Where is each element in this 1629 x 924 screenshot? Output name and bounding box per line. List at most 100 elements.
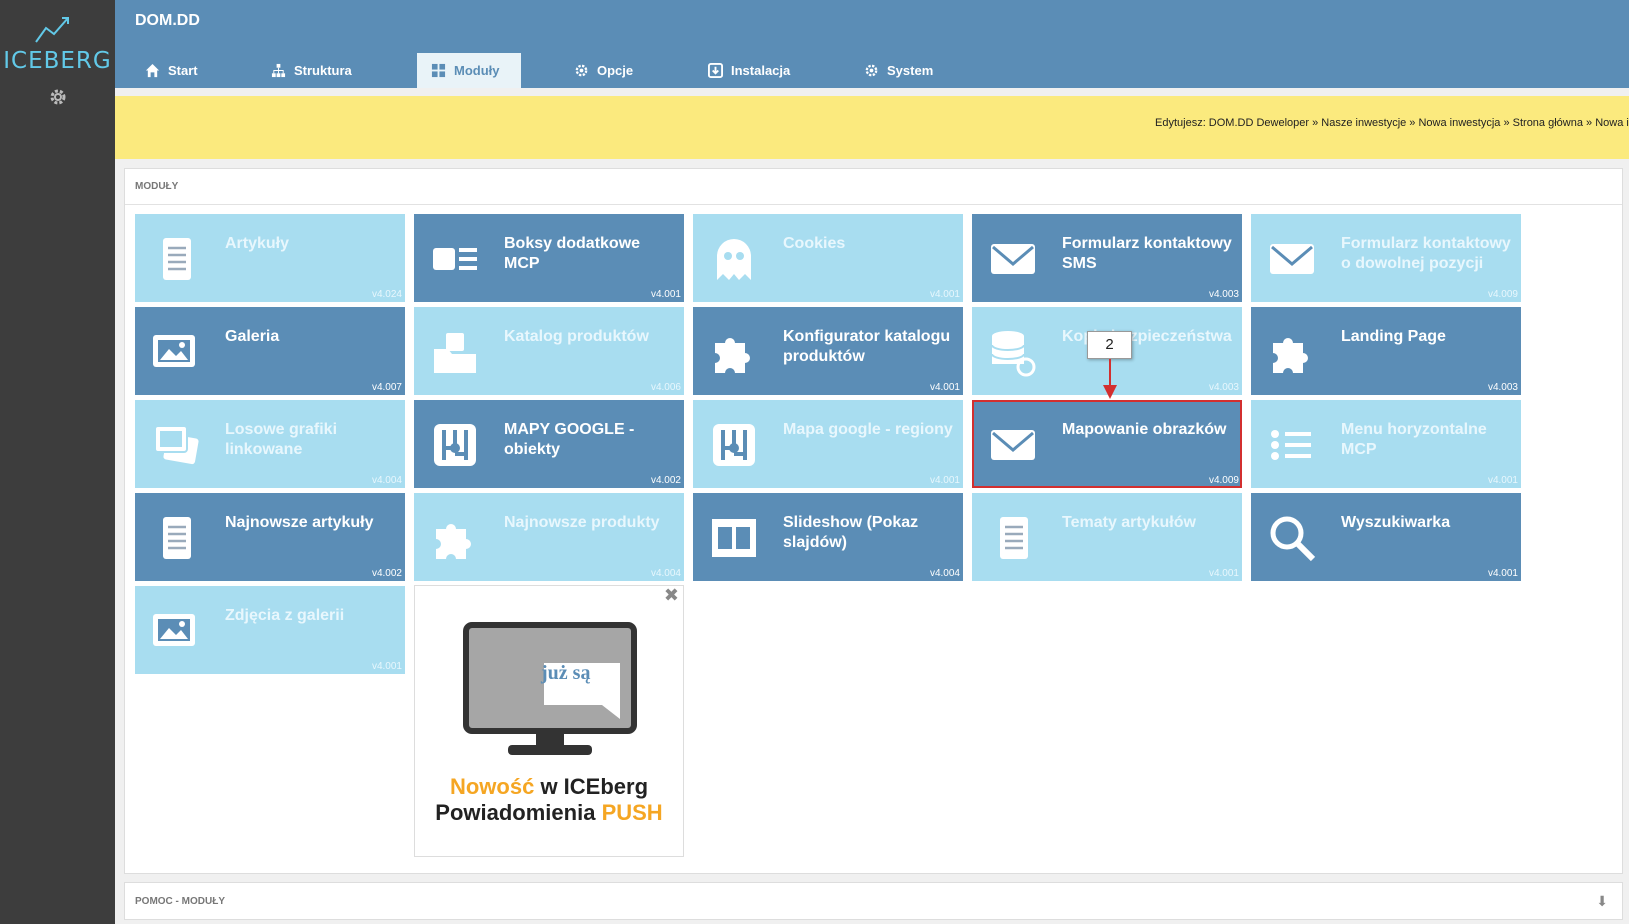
tab-start[interactable]: Start (131, 53, 226, 88)
puzzle-icon (430, 513, 480, 563)
callout-line (1109, 359, 1111, 386)
module-tile[interactable]: Formularz kontaktowy o dowolnej pozycji v… (1251, 214, 1521, 302)
module-version: v4.024 (371, 289, 402, 300)
module-version: v4.009 (1487, 289, 1518, 300)
module-version: v4.004 (929, 568, 960, 579)
envelope-icon (988, 420, 1038, 470)
module-tile[interactable]: Najnowsze produkty v4.004 (414, 493, 684, 581)
module-tile[interactable]: Losowe grafiki linkowane v4.004 (135, 400, 405, 488)
promo-notifications-text: Powiadomienia (435, 800, 602, 825)
module-tile[interactable]: Wyszukiwarka v4.001 (1251, 493, 1521, 581)
module-tile[interactable]: Artykuły v4.024 (135, 214, 405, 302)
list-icon (1267, 420, 1317, 470)
module-version: v4.002 (371, 568, 402, 579)
tab-instalacja[interactable]: Instalacja (694, 53, 809, 88)
search-icon (1267, 513, 1317, 563)
module-tile[interactable]: Tematy artykułów v4.001 (972, 493, 1242, 581)
close-icon[interactable]: ✖ (664, 585, 679, 606)
puzzle-icon (709, 327, 759, 377)
expand-arrow-icon[interactable]: ⬇ (1596, 893, 1608, 910)
module-name: Slideshow (Pokaz slajdów) (783, 514, 919, 551)
tab-label: System (887, 63, 934, 78)
app-root: ICEBERG DOM.DD Start Struktura Moduły Opcje… (0, 0, 1629, 924)
module-name: Katalog produktów (504, 328, 649, 345)
module-tile[interactable]: Boksy dodatkowe MCP v4.001 (414, 214, 684, 302)
module-tile[interactable]: Cookies v4.001 (693, 214, 963, 302)
help-panel[interactable]: POMOC - MODUŁY ⬇ (124, 882, 1623, 920)
module-version: v4.006 (650, 382, 681, 393)
settings-gear-icon[interactable] (48, 87, 68, 107)
image-icon (151, 606, 201, 656)
module-version: v4.001 (929, 289, 960, 300)
gear-icon (864, 63, 879, 78)
database-icon (988, 327, 1038, 377)
module-version: v4.001 (929, 475, 960, 486)
callout-arrow-icon (1103, 385, 1117, 399)
module-name: Wyszukiwarka (1341, 514, 1451, 531)
promo-speech-text: już są (541, 662, 591, 684)
tab-label: Struktura (294, 63, 352, 78)
module-tile[interactable]: Slideshow (Pokaz slajdów) v4.004 (693, 493, 963, 581)
step-callout: 2 (1087, 331, 1132, 359)
module-version: v4.003 (1208, 382, 1239, 393)
gear-icon (574, 63, 589, 78)
module-name: Najnowsze produkty (504, 514, 660, 531)
module-version: v4.001 (1208, 568, 1239, 579)
module-name: Landing Page (1341, 328, 1446, 345)
module-version: v4.007 (371, 382, 402, 393)
edit-info-bar: Edytujesz: DOM.DD Deweloper » Nasze inwe… (115, 96, 1629, 159)
tab-label: Instalacja (731, 63, 791, 78)
tab-opcje[interactable]: Opcje (560, 53, 648, 88)
tab-moduły[interactable]: Moduły (417, 53, 521, 88)
breadcrumb: Edytujesz: DOM.DD Deweloper » Nasze inwe… (1155, 117, 1629, 129)
divider (125, 204, 1622, 205)
module-tile[interactable]: Galeria v4.007 (135, 307, 405, 395)
site-name: DOM.DD (135, 12, 200, 29)
module-version: v4.002 (650, 475, 681, 486)
module-tile[interactable]: Zdjęcia z galerii v4.001 (135, 586, 405, 674)
module-tile[interactable]: Katalog produktów v4.006 (414, 307, 684, 395)
module-name: Mapa google - regiony (783, 421, 953, 438)
document-icon (151, 234, 201, 284)
image-icon (151, 327, 201, 377)
module-name: Formularz kontaktowy o dowolnej pozycji (1341, 235, 1511, 272)
promo-banner[interactable]: ✖ już są Nowość w ICEberg Powiadomienia … (414, 585, 684, 857)
module-tile[interactable]: Landing Page v4.003 (1251, 307, 1521, 395)
logo-graph-icon (35, 17, 69, 43)
monitor-icon (463, 622, 637, 755)
module-version: v4.001 (1487, 568, 1518, 579)
left-sidebar: ICEBERG (0, 0, 115, 924)
module-tile[interactable]: Mapa google - regiony v4.001 (693, 400, 963, 488)
module-tile[interactable]: Formularz kontaktowy SMS v4.003 (972, 214, 1242, 302)
tab-system[interactable]: System (850, 53, 950, 88)
ghost-icon (709, 234, 759, 284)
module-version: v4.004 (650, 568, 681, 579)
module-version: v4.009 (1208, 475, 1239, 486)
folder-icon (430, 327, 480, 377)
promo-brand-text: w ICEberg (534, 774, 649, 799)
boxes-icon (430, 234, 480, 284)
module-name: Tematy artykułów (1062, 514, 1196, 531)
document-icon (151, 513, 201, 563)
module-tile[interactable]: MAPY GOOGLE - obiekty v4.002 (414, 400, 684, 488)
module-name: Losowe grafiki linkowane (225, 421, 338, 458)
module-name: MAPY GOOGLE - obiekty (504, 421, 635, 458)
envelope-icon (988, 234, 1038, 284)
top-header: DOM.DD Start Struktura Moduły Opcje Instalac… (115, 0, 1629, 88)
install-icon (708, 63, 723, 78)
sitemap-icon (271, 63, 286, 78)
module-name: Najnowsze artykuły (225, 514, 374, 531)
module-tile[interactable]: Konfigurator katalogu produktów v4.001 (693, 307, 963, 395)
images-icon (151, 420, 201, 470)
module-tile[interactable]: Najnowsze artykuły v4.002 (135, 493, 405, 581)
film-icon (709, 513, 759, 563)
tab-struktura[interactable]: Struktura (257, 53, 377, 88)
module-version: v4.001 (650, 289, 681, 300)
promo-subline: Powiadomienia PUSH (415, 800, 683, 826)
module-tile[interactable]: Menu horyzontalne MCP v4.001 (1251, 400, 1521, 488)
puzzle-icon (1267, 327, 1317, 377)
promo-push-label: PUSH (601, 800, 663, 825)
envelope-icon (1267, 234, 1317, 284)
module-tile[interactable]: Mapowanie obrazków v4.009 (972, 400, 1242, 488)
module-name: Mapowanie obrazków (1062, 421, 1227, 438)
